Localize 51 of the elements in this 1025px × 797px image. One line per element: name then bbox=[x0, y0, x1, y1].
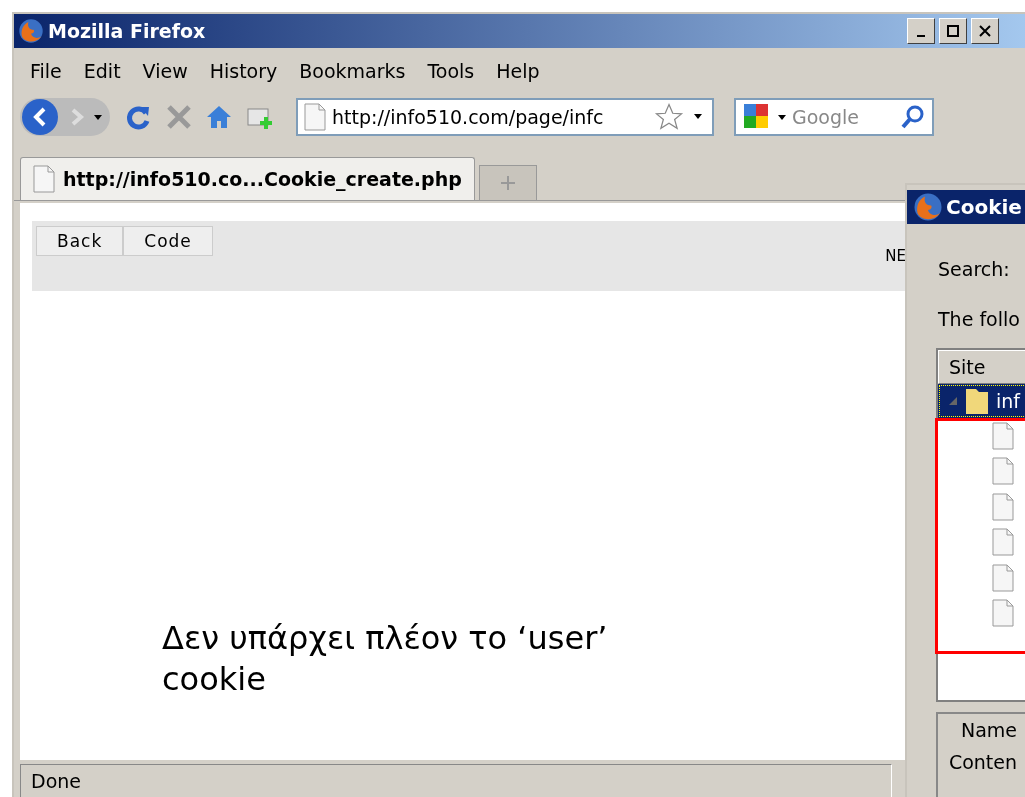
close-icon bbox=[979, 25, 991, 37]
caret-icon[interactable] bbox=[778, 114, 786, 120]
back-forward-button[interactable] bbox=[20, 98, 110, 136]
minimize-icon bbox=[917, 35, 925, 37]
browser-tab[interactable]: http://info510.co...Cookie_create.php bbox=[20, 157, 475, 200]
page-icon bbox=[304, 103, 326, 131]
description-text: The follo bbox=[938, 308, 1021, 330]
caret-icon bbox=[94, 114, 102, 120]
status-bar: Done bbox=[20, 764, 892, 797]
cookie-icon bbox=[992, 492, 1014, 521]
reload-icon[interactable] bbox=[124, 103, 152, 131]
page-button[interactable]: Back bbox=[36, 226, 124, 256]
page-icon bbox=[33, 165, 55, 193]
annotation-text: Δεν υπάρχει πλέον το ‘user’ cookie bbox=[162, 618, 609, 700]
dialog-title: Cookie bbox=[946, 195, 1022, 219]
site-row[interactable]: inf bbox=[938, 384, 1025, 418]
minimize-button[interactable] bbox=[907, 18, 935, 44]
close-button[interactable] bbox=[971, 18, 999, 44]
header-text: NE bbox=[885, 247, 906, 265]
menu-item[interactable]: View bbox=[132, 60, 198, 82]
menu-item[interactable]: File bbox=[20, 60, 72, 82]
url-text: http://info510.com/page/infc bbox=[332, 106, 605, 128]
menu-item[interactable]: Edit bbox=[73, 60, 131, 82]
search-icon[interactable] bbox=[900, 104, 926, 130]
cookie-icon bbox=[992, 599, 1014, 628]
search-placeholder: Google bbox=[792, 106, 860, 128]
maximize-icon bbox=[947, 25, 959, 37]
search-label: Search: bbox=[938, 258, 1011, 280]
cookie-icon bbox=[992, 528, 1014, 557]
twisty-icon[interactable] bbox=[948, 396, 958, 406]
firefox-logo-icon bbox=[18, 18, 44, 44]
star-icon[interactable] bbox=[654, 102, 684, 132]
folder-icon bbox=[964, 387, 990, 415]
firefox-logo-icon bbox=[913, 192, 943, 222]
detail-label: Name bbox=[960, 718, 1017, 743]
page-button[interactable]: Code bbox=[123, 226, 213, 256]
detail-label: Conten bbox=[948, 750, 1017, 775]
menu-item[interactable]: History bbox=[199, 60, 288, 82]
cookie-icon bbox=[992, 421, 1014, 450]
address-field[interactable]: http://info510.com/page/infc bbox=[296, 98, 714, 136]
menu-item[interactable]: Bookmarks bbox=[289, 60, 416, 82]
home-icon[interactable] bbox=[206, 104, 232, 130]
column-header[interactable]: Site bbox=[938, 350, 1025, 384]
search-field[interactable]: Google bbox=[734, 98, 934, 136]
window-title: Mozilla Firefox bbox=[48, 20, 207, 42]
maximize-button[interactable] bbox=[939, 18, 967, 44]
cookie-icon bbox=[992, 457, 1014, 486]
menu-item[interactable]: Tools bbox=[417, 60, 485, 82]
menu-item[interactable]: Help bbox=[486, 60, 550, 82]
plus-icon bbox=[500, 176, 515, 190]
cookie-icon bbox=[992, 563, 1014, 592]
